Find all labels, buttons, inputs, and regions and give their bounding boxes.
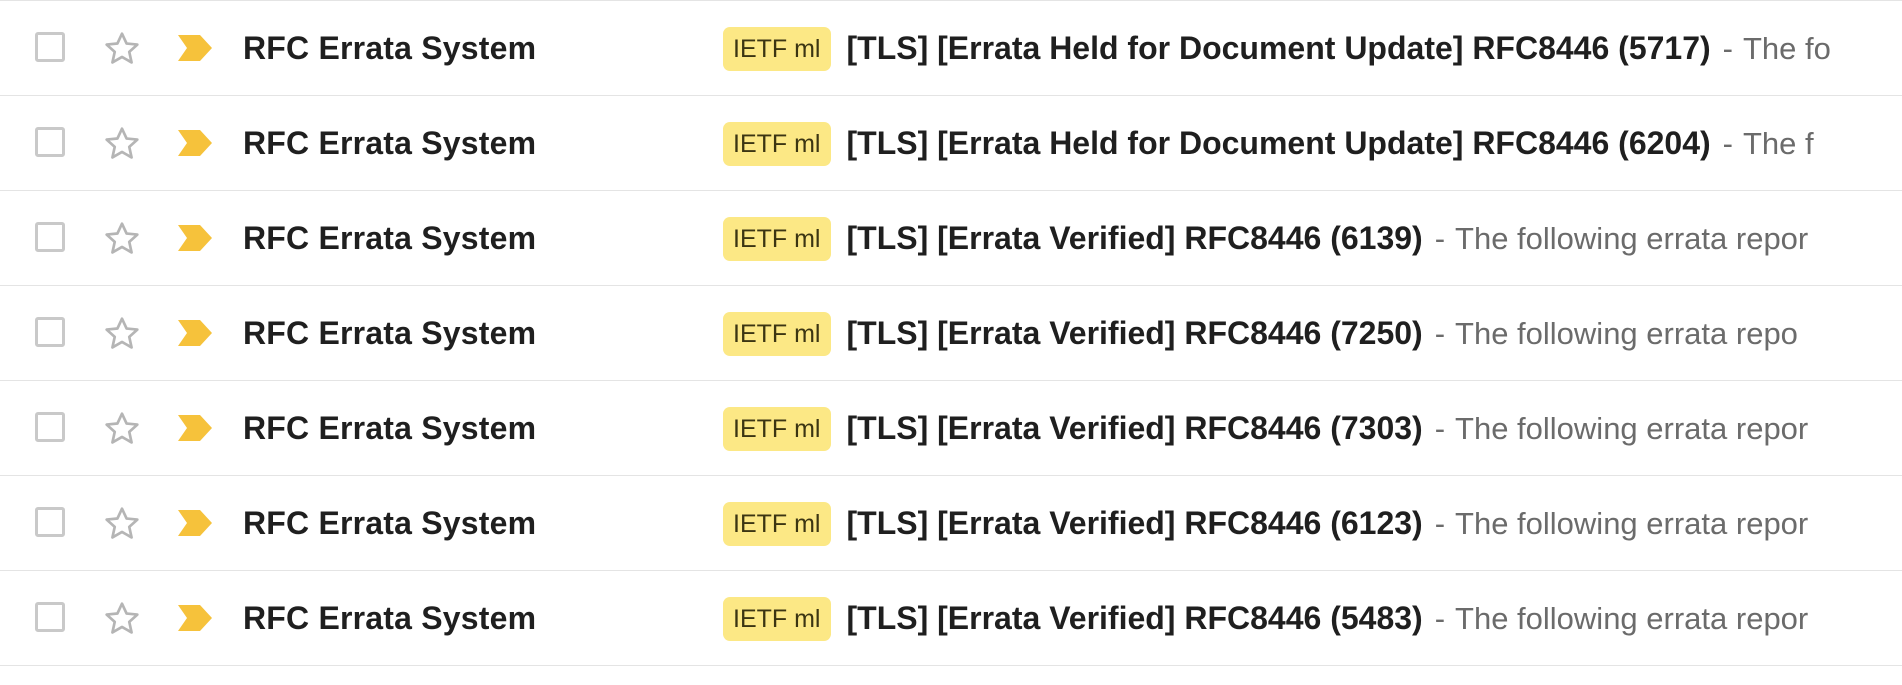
- email-row[interactable]: RFC Errata System IETF ml [TLS] [Errata …: [0, 191, 1902, 286]
- subject: [TLS] [Errata Verified] RFC8446 (7303): [846, 410, 1423, 446]
- snippet: The following errata repo: [1455, 315, 1798, 351]
- checkbox-icon[interactable]: [35, 222, 65, 252]
- star-outline-icon[interactable]: [102, 409, 142, 449]
- subject: [TLS] [Errata Held for Document Update] …: [846, 125, 1711, 161]
- message-content: IETF ml [TLS] [Errata Verified] RFC8446 …: [723, 381, 1902, 475]
- label-badge[interactable]: IETF ml: [723, 26, 831, 71]
- label-badge[interactable]: IETF ml: [723, 406, 831, 451]
- importance-marker-icon[interactable]: [178, 510, 212, 536]
- checkbox-icon[interactable]: [35, 602, 65, 632]
- sender-name: RFC Errata System: [243, 125, 537, 161]
- snippet: The f: [1742, 125, 1814, 161]
- subject: [TLS] [Errata Verified] RFC8446 (7250): [846, 315, 1423, 351]
- snippet: The following errata repor: [1455, 410, 1809, 446]
- checkbox-icon[interactable]: [35, 507, 65, 537]
- sender-name: RFC Errata System: [243, 600, 537, 636]
- star-outline-icon[interactable]: [102, 314, 142, 354]
- sender-name: RFC Errata System: [243, 315, 537, 351]
- label-badge[interactable]: IETF ml: [723, 311, 831, 356]
- importance-marker-icon[interactable]: [178, 35, 212, 61]
- sender-name: RFC Errata System: [243, 410, 537, 446]
- subject: [TLS] [Errata Verified] RFC8446 (5483): [846, 600, 1423, 636]
- snippet-separator: -: [1434, 505, 1446, 541]
- sender-name: RFC Errata System: [243, 220, 537, 256]
- snippet-separator: -: [1722, 30, 1733, 66]
- message-content: IETF ml [TLS] [Errata Held for Document …: [723, 1, 1902, 95]
- snippet: The following errata repor: [1455, 505, 1809, 541]
- label-badge[interactable]: IETF ml: [723, 216, 831, 261]
- checkbox-icon[interactable]: [35, 412, 65, 442]
- snippet-separator: -: [1434, 410, 1446, 446]
- label-badge[interactable]: IETF ml: [723, 121, 831, 166]
- subject: [TLS] [Errata Verified] RFC8446 (6139): [846, 220, 1423, 256]
- snippet: The following errata repor: [1455, 220, 1809, 256]
- message-content: IETF ml [TLS] [Errata Verified] RFC8446 …: [723, 286, 1902, 380]
- snippet: The fo: [1742, 30, 1831, 66]
- email-row[interactable]: RFC Errata System IETF ml [TLS] [Errata …: [0, 286, 1902, 381]
- importance-marker-icon[interactable]: [178, 225, 212, 251]
- subject: [TLS] [Errata Verified] RFC8446 (6123): [846, 505, 1423, 541]
- message-content: IETF ml [TLS] [Errata Verified] RFC8446 …: [723, 476, 1902, 570]
- label-badge[interactable]: IETF ml: [723, 501, 831, 546]
- star-outline-icon[interactable]: [102, 29, 142, 69]
- star-outline-icon[interactable]: [102, 504, 142, 544]
- star-outline-icon[interactable]: [102, 124, 142, 164]
- email-row[interactable]: RFC Errata System IETF ml [TLS] [Errata …: [0, 381, 1902, 476]
- email-row[interactable]: RFC Errata System IETF ml [TLS] [Errata …: [0, 571, 1902, 666]
- snippet-separator: -: [1434, 220, 1446, 256]
- email-row[interactable]: RFC Errata System IETF ml [TLS] [Errata …: [0, 476, 1902, 571]
- subject: [TLS] [Errata Held for Document Update] …: [846, 30, 1711, 66]
- snippet: The following errata repor: [1455, 600, 1809, 636]
- checkbox-icon[interactable]: [35, 127, 65, 157]
- email-list: RFC Errata System IETF ml [TLS] [Errata …: [0, 0, 1902, 685]
- message-content: IETF ml [TLS] [Errata Held for Document …: [723, 96, 1902, 190]
- star-outline-icon[interactable]: [102, 219, 142, 259]
- email-row[interactable]: RFC Errata System IETF ml [TLS] [Errata …: [0, 96, 1902, 191]
- snippet-separator: -: [1434, 600, 1446, 636]
- importance-marker-icon[interactable]: [178, 605, 212, 631]
- snippet-separator: -: [1722, 125, 1733, 161]
- importance-marker-icon[interactable]: [178, 415, 212, 441]
- importance-marker-icon[interactable]: [178, 320, 212, 346]
- star-outline-icon[interactable]: [102, 599, 142, 639]
- email-row[interactable]: RFC Errata System IETF ml [TLS] [Errata …: [0, 1, 1902, 96]
- snippet-separator: -: [1434, 315, 1446, 351]
- importance-marker-icon[interactable]: [178, 130, 212, 156]
- checkbox-icon[interactable]: [35, 32, 65, 62]
- message-content: IETF ml [TLS] [Errata Verified] RFC8446 …: [723, 571, 1902, 665]
- checkbox-icon[interactable]: [35, 317, 65, 347]
- sender-name: RFC Errata System: [243, 505, 537, 541]
- label-badge[interactable]: IETF ml: [723, 596, 831, 641]
- sender-name: RFC Errata System: [243, 30, 537, 66]
- message-content: IETF ml [TLS] [Errata Verified] RFC8446 …: [723, 191, 1902, 285]
